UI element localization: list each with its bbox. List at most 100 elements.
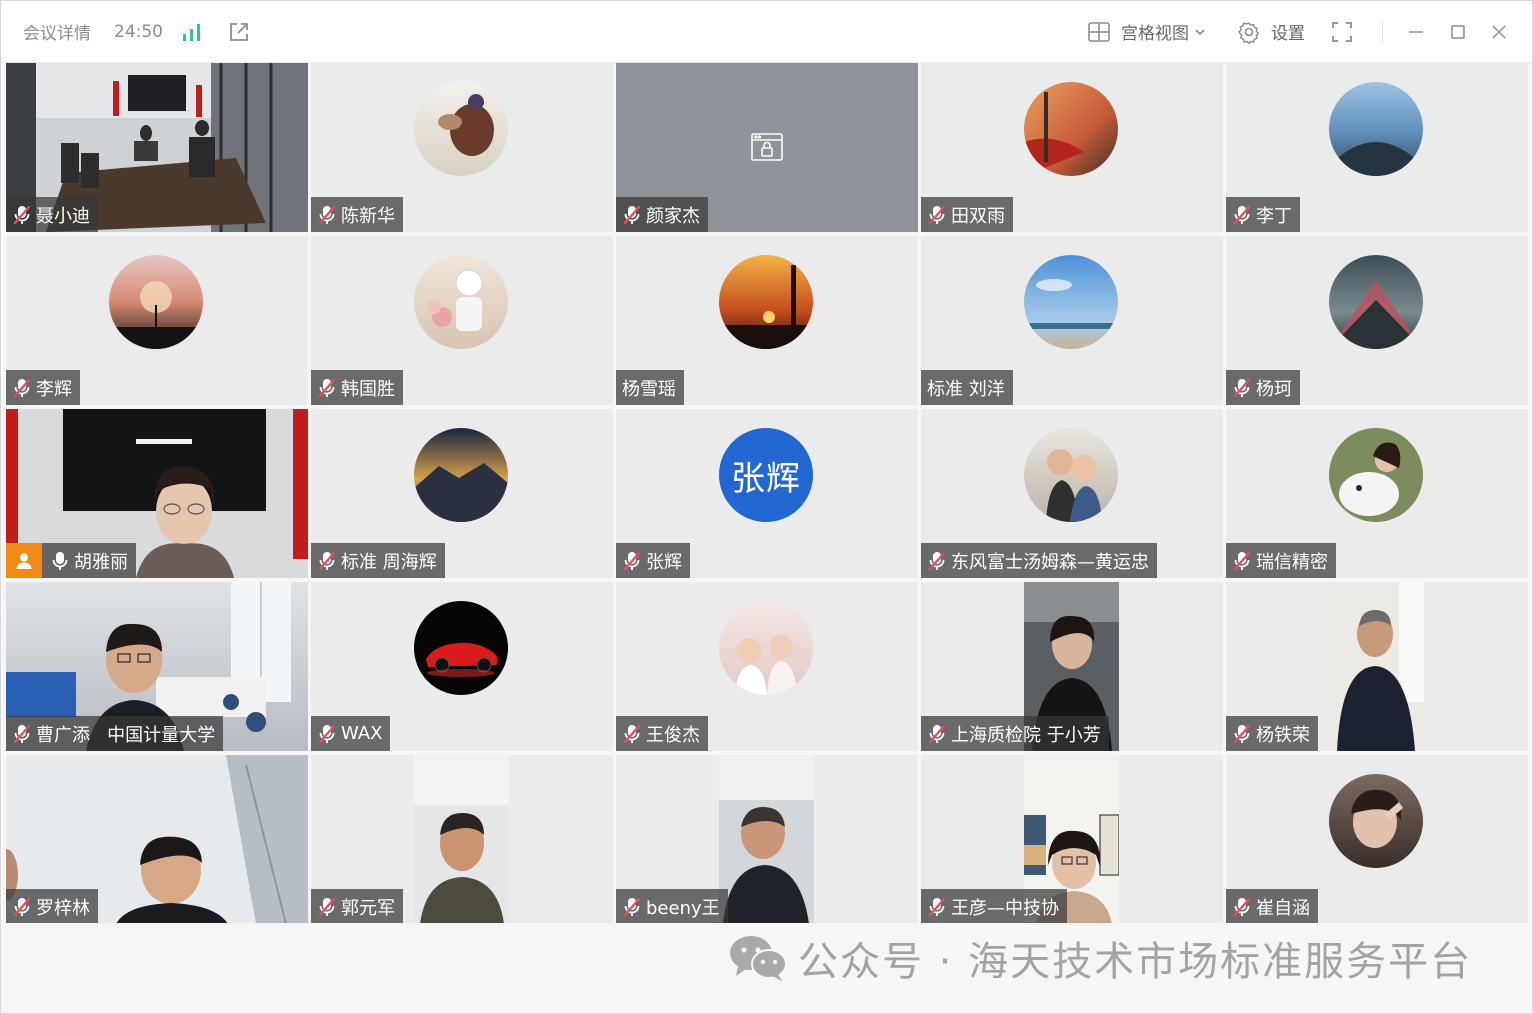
avatar (1024, 428, 1118, 522)
participant-name: 李丁 (1256, 205, 1292, 227)
participant-tile[interactable]: 李辉 (6, 236, 308, 405)
grid-icon (1088, 21, 1110, 42)
mic-muted-icon (317, 723, 337, 745)
participant-name: 杨珂 (1256, 378, 1292, 400)
participant-tile[interactable]: 王俊杰 (616, 582, 918, 751)
participant-nameplate: 王彦—中技协 (921, 889, 1067, 924)
settings-label: 设置 (1271, 24, 1305, 44)
participant-tile[interactable]: beeny王 (616, 755, 918, 924)
participant-tile[interactable]: 罗梓林 (6, 755, 308, 924)
signal-icon[interactable] (181, 1, 203, 62)
participant-nameplate: 李丁 (1226, 197, 1300, 232)
participant-name: 曹广添 中国计量大学 (36, 724, 216, 746)
mic-muted-icon (12, 896, 32, 918)
participant-tile[interactable]: 上海质检院 于小芳 (921, 582, 1223, 751)
participant-tile[interactable]: 张辉 张辉 (616, 409, 918, 578)
participant-tile[interactable]: 杨珂 (1226, 236, 1528, 405)
participant-tile[interactable]: 崔自涵 (1226, 755, 1528, 924)
gear-icon (1238, 21, 1260, 44)
participant-tile[interactable]: 李丁 (1226, 63, 1528, 232)
participant-name: 东风富士汤姆森—黄运忠 (951, 551, 1149, 573)
mic-muted-icon (622, 204, 642, 226)
participant-nameplate: 聂小迪 (6, 197, 98, 232)
share-icon[interactable] (227, 1, 251, 62)
participant-tile[interactable]: 瑞信精密 (1226, 409, 1528, 578)
close-icon[interactable] (1490, 1, 1508, 62)
mic-muted-icon (1232, 377, 1252, 399)
minimize-icon[interactable] (1407, 1, 1425, 62)
titlebar-divider (1382, 22, 1383, 42)
participant-name: 崔自涵 (1256, 897, 1310, 919)
meeting-window: 会议详情 24:50 宫格视图 设置 聂小迪 陈新华 颜家杰 田双雨 李丁 李辉… (0, 0, 1533, 1014)
video-feed (719, 755, 814, 924)
participant-name: 杨雪瑶 (622, 378, 676, 400)
view-mode-selector[interactable]: 宫格视图 (1087, 1, 1206, 62)
mic-muted-icon (1232, 550, 1252, 572)
participant-nameplate: 瑞信精密 (1226, 543, 1336, 578)
participant-nameplate: 罗梓林 (6, 889, 98, 924)
participant-tile[interactable]: 杨铁荣 (1226, 582, 1528, 751)
mic-muted-icon (317, 550, 337, 572)
avatar (1024, 255, 1118, 349)
participant-nameplate: 郭元军 (311, 889, 403, 924)
avatar (109, 255, 203, 349)
avatar (414, 82, 508, 176)
participant-nameplate: 杨铁荣 (1226, 716, 1318, 751)
fullscreen-icon[interactable] (1330, 1, 1354, 62)
participant-tile[interactable]: 王彦—中技协 (921, 755, 1223, 924)
participant-name: 罗梓林 (36, 897, 90, 919)
title-bar: 会议详情 24:50 宫格视图 设置 (1, 1, 1532, 63)
participant-name: 王彦—中技协 (951, 897, 1059, 919)
avatar (414, 428, 508, 522)
participant-tile[interactable]: 陈新华 (311, 63, 613, 232)
participant-tile[interactable]: 标准 刘洋 (921, 236, 1223, 405)
host-badge (6, 543, 42, 578)
participant-tile[interactable]: 杨雪瑶 (616, 236, 918, 405)
participant-tile[interactable]: 聂小迪 (6, 63, 308, 232)
meeting-details-link[interactable]: 会议详情 (23, 1, 91, 62)
watermark: 公众号 · 海天技术市场标准服务平台 (728, 929, 1472, 987)
participant-name: 韩国胜 (341, 378, 395, 400)
participant-tile[interactable]: 标准 周海辉 (311, 409, 613, 578)
participant-nameplate: 标准 周海辉 (311, 543, 445, 578)
meeting-details-label: 会议详情 (23, 24, 91, 44)
participant-name: beeny王 (646, 897, 720, 919)
participant-tile[interactable]: WAX (311, 582, 613, 751)
participant-name: 标准 刘洋 (927, 378, 1005, 400)
participant-tile[interactable]: 胡雅丽 (6, 409, 308, 578)
participant-tile[interactable]: 曹广添 中国计量大学 (6, 582, 308, 751)
avatar (719, 601, 813, 695)
participant-tile[interactable]: 田双雨 (921, 63, 1223, 232)
participant-nameplate: WAX (311, 716, 391, 751)
mic-muted-icon (927, 896, 947, 918)
elapsed-time: 24:50 (114, 1, 163, 62)
mic-on-icon (50, 550, 70, 572)
participant-name: 标准 周海辉 (341, 551, 437, 573)
participant-name: 张辉 (646, 551, 682, 573)
participant-nameplate: 杨珂 (1226, 370, 1300, 405)
settings-button[interactable]: 设置 (1237, 1, 1305, 62)
participant-tile[interactable]: 韩国胜 (311, 236, 613, 405)
participant-nameplate: 崔自涵 (1226, 889, 1318, 924)
avatar (1329, 774, 1423, 868)
participant-name: 田双雨 (951, 205, 1005, 227)
text-avatar: 张辉 (719, 428, 813, 522)
mic-muted-icon (317, 896, 337, 918)
participant-nameplate: 上海质检院 于小芳 (921, 716, 1109, 751)
participant-name: 杨铁荣 (1256, 724, 1310, 746)
participant-name: 李辉 (36, 378, 72, 400)
avatar (719, 255, 813, 349)
participant-tile[interactable]: 颜家杰 (616, 63, 918, 232)
avatar (414, 255, 508, 349)
elapsed-time-value: 24:50 (114, 21, 163, 42)
maximize-icon[interactable] (1449, 1, 1467, 62)
participant-name: 聂小迪 (36, 205, 90, 227)
participant-nameplate: 颜家杰 (616, 197, 708, 232)
participant-nameplate: 王俊杰 (616, 716, 708, 751)
participant-nameplate: 东风富士汤姆森—黄运忠 (921, 543, 1157, 578)
avatar (1329, 255, 1423, 349)
mic-muted-icon (1232, 723, 1252, 745)
participant-tile[interactable]: 东风富士汤姆森—黄运忠 (921, 409, 1223, 578)
participant-tile[interactable]: 郭元军 (311, 755, 613, 924)
watermark-text: 公众号 · 海天技术市场标准服务平台 (798, 939, 1473, 985)
